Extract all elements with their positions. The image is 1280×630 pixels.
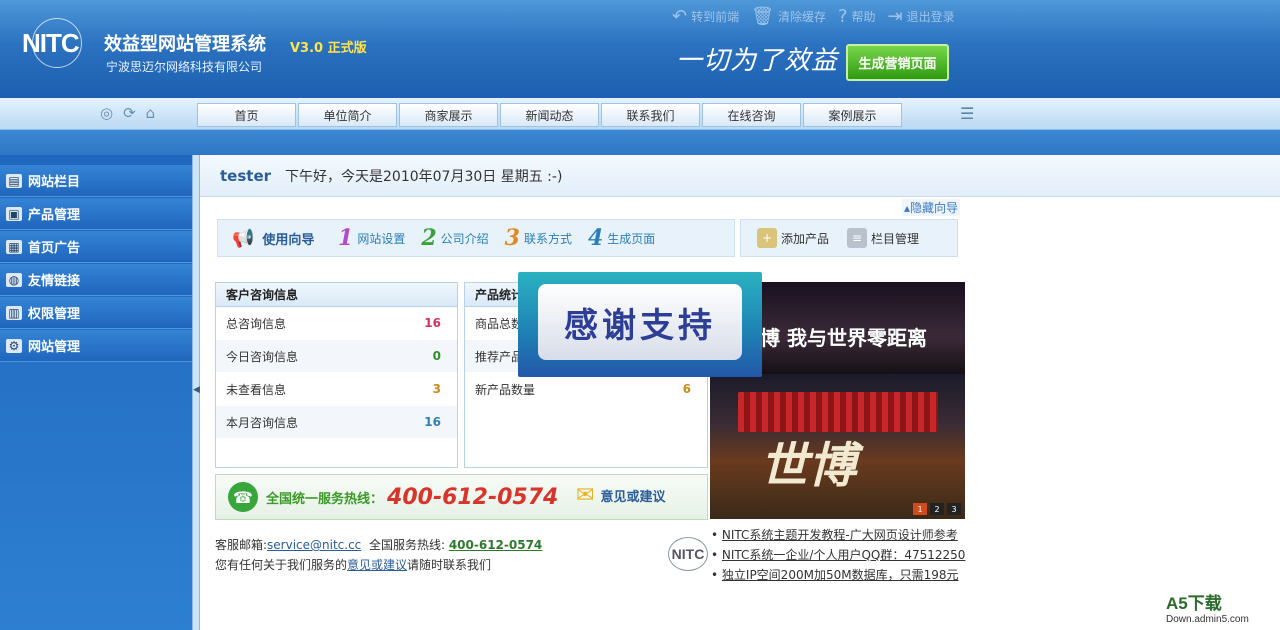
banner-pager: 1 2 3 (913, 503, 961, 515)
nav-tab-online-consult[interactable]: 在线咨询 (702, 103, 801, 127)
system-title: 效益型网站管理系统 (104, 34, 266, 55)
hotline-link[interactable]: 400-612-0574 (449, 538, 542, 552)
consult-title: 客户咨询信息 (216, 283, 457, 307)
hotline-label: 全国统一服务热线： (266, 491, 384, 507)
help-icon: ? (837, 6, 848, 27)
list-item: • NITC系统主题开发教程-广大网页设计师参考 (711, 528, 958, 542)
nav-tab-cases[interactable]: 案例展示 (803, 103, 902, 127)
email-link[interactable]: service@nitc.cc (267, 538, 361, 552)
phone-icon: ☎ (228, 482, 258, 512)
settings-icon: ⚙ (6, 338, 22, 353)
return-arrow-icon: ↶ (672, 6, 688, 27)
nav-bar: ◎ ⟳ ⌂ 首页 单位简介 商家展示 新闻动态 联系我们 在线咨询 案例展示 ☰ (0, 98, 1280, 130)
home-icon[interactable]: ⌂ (146, 104, 156, 122)
help-link[interactable]: ? 帮助 (838, 6, 876, 27)
banner-dot-1[interactable]: 1 (913, 503, 927, 515)
permission-icon: ▥ (6, 305, 22, 320)
a5-watermark: A5下载 Down.admin5.com (1166, 594, 1249, 625)
collapse-arrow-icon[interactable]: ◀ (193, 385, 200, 395)
company-name: 宁波思迈尔网络科技有限公司 (106, 60, 263, 74)
guide-title: 📢 使用向导 (232, 227, 315, 249)
table-row[interactable]: 总咨询信息 16 (216, 307, 457, 340)
nav-tab-about[interactable]: 单位简介 (298, 103, 397, 127)
logout-link[interactable]: ⇥ 退出登录 (888, 6, 955, 27)
usage-guide: 📢 使用向导 1 网站设置 2 公司介绍 3 联系方式 4 生成页面 (217, 219, 735, 257)
envelope-icon: ✉ (576, 483, 595, 508)
contact-info: 客服邮箱:service@nitc.cc 全国服务热线: 400-612-057… (215, 538, 543, 572)
add-product-icon: + (757, 228, 777, 248)
quick-actions: + 添加产品 ≡ 栏目管理 (740, 219, 958, 257)
nav-tabs: 首页 单位简介 商家展示 新闻动态 联系我们 在线咨询 案例展示 (197, 103, 902, 127)
slogan-calligraphy: 一切为了效益 (676, 46, 839, 76)
column-management-button[interactable]: ≡ 栏目管理 (847, 228, 919, 248)
welcome-bar: tester 下午好，今天是2010年07月30日 星期五 :-) (200, 155, 1280, 197)
top-links: ↶ 转到前端 🗑 清除缓存 ? 帮助 ⇥ 退出登录 (672, 6, 955, 27)
guide-step-site-settings[interactable]: 1 网站设置 (338, 225, 405, 251)
thanks-popup: 感谢支持 (518, 272, 762, 377)
megaphone-icon: 📢 (232, 227, 255, 249)
goto-frontend-link[interactable]: ↶ 转到前端 (672, 6, 739, 27)
sidebar-item-friend-links[interactable]: ◍ 友情链接 (0, 264, 192, 296)
nitc-small-icon[interactable]: ◎ (100, 104, 113, 122)
sidebar-item-permissions[interactable]: ▥ 权限管理 (0, 297, 192, 329)
clear-cache-link[interactable]: 🗑 清除缓存 (751, 6, 826, 27)
table-row[interactable]: 未查看信息 3 (216, 373, 457, 406)
refresh-icon[interactable]: ⟳ (123, 104, 136, 122)
nitc-seal-logo: NITC (668, 537, 708, 571)
table-row[interactable]: 新产品数量 6 (465, 373, 707, 406)
list-item: • 独立IP空间200M加50M数据库，只需198元 (711, 568, 959, 582)
add-product-button[interactable]: + 添加产品 (757, 228, 829, 248)
guide-step-company-intro[interactable]: 2 公司介绍 (421, 225, 488, 251)
product-icon: ▣ (6, 206, 22, 221)
guide-step-generate[interactable]: 4 生成页面 (588, 225, 655, 251)
main-content: tester 下午好，今天是2010年07月30日 星期五 :-) ▴隐藏向导 … (200, 155, 1280, 630)
greeting: 下午好，今天是2010年07月30日 星期五 :-) (285, 168, 563, 185)
menu-list-icon[interactable]: ☰ (960, 104, 974, 123)
banner-dot-3[interactable]: 3 (947, 503, 961, 515)
nav-icons: ◎ ⟳ ⌂ (100, 104, 155, 122)
link-icon: ◍ (6, 272, 22, 287)
sidebar-item-home-ads[interactable]: ▦ 首页广告 (0, 231, 192, 263)
trash-icon: 🗑 (751, 6, 774, 27)
hotline-number: 400-612-0574 (387, 484, 559, 510)
feedback-inline-link[interactable]: 意见或建议 (347, 558, 407, 572)
generate-marketing-page-button[interactable]: 生成营销页面 (846, 44, 949, 81)
sidebar-item-product-management[interactable]: ▣ 产品管理 (0, 198, 192, 230)
hotline-banner: ☎ 全国统一服务热线： 400-612-0574 ✉ 意见或建议 (215, 474, 708, 520)
feedback-link[interactable]: ✉ 意见或建议 (576, 483, 665, 508)
sidebar-splitter[interactable]: ◀ (192, 155, 200, 630)
username: tester (220, 166, 272, 185)
thanks-text: 感谢支持 (538, 284, 742, 360)
sidebar: ▤ 网站栏目 ▣ 产品管理 ▦ 首页广告 ◍ 友情链接 ▥ 权限管理 ⚙ 网站管理 (0, 155, 192, 630)
nav-tab-news[interactable]: 新闻动态 (500, 103, 599, 127)
banner-dot-2[interactable]: 2 (930, 503, 944, 515)
sidebar-item-site-management[interactable]: ⚙ 网站管理 (0, 330, 192, 362)
list-item: • NITC系统一企业/个人用户QQ群：47512250 (711, 548, 966, 562)
table-row[interactable]: 本月咨询信息 16 (216, 406, 457, 439)
nav-tab-merchants[interactable]: 商家展示 (399, 103, 498, 127)
system-version: V3.0 正式版 (290, 41, 367, 56)
header-strip (0, 130, 1280, 155)
table-row[interactable]: 今日咨询信息 0 (216, 340, 457, 373)
header: NITC 效益型网站管理系统 V3.0 正式版 宁波思迈尔网络科技有限公司 ↶ 转… (0, 0, 1280, 98)
guide-step-contact[interactable]: 3 联系方式 (505, 225, 572, 251)
nitc-logo: NITC (22, 18, 92, 68)
banner-expo-image: 世博 (710, 374, 965, 519)
column-icon: ≡ (847, 228, 868, 248)
nav-tab-contact[interactable]: 联系我们 (601, 103, 700, 127)
logout-icon: ⇥ (887, 6, 903, 27)
news-list: • NITC系统主题开发教程-广大网页设计师参考 • NITC系统一企业/个人用… (711, 525, 971, 585)
consult-info-box: 客户咨询信息 总咨询信息 16 今日咨询信息 0 未查看信息 3 本月咨询信息 16 (215, 282, 458, 468)
folder-icon: ▤ (6, 173, 22, 188)
hide-guide-link[interactable]: ▴隐藏向导 (902, 199, 961, 216)
sidebar-item-site-columns[interactable]: ▤ 网站栏目 (0, 165, 192, 197)
ad-icon: ▦ (6, 239, 22, 254)
nav-tab-home[interactable]: 首页 (197, 103, 296, 127)
